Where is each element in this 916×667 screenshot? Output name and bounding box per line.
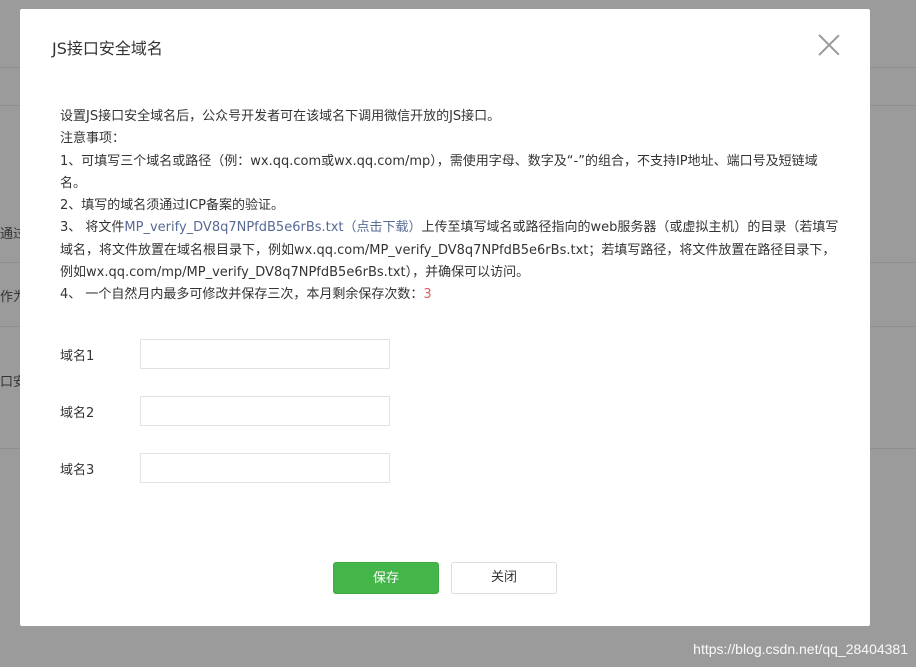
notes-title: 注意事项： xyxy=(60,131,126,147)
watermark: https://blog.csdn.net/qq_28404381 xyxy=(693,641,908,657)
domain-1-label: 域名1 xyxy=(60,349,95,364)
domain-3-input[interactable] xyxy=(140,453,390,483)
domain-1-input[interactable] xyxy=(140,339,390,369)
dialog-title: JS接口安全域名 xyxy=(52,39,163,58)
js-domain-dialog: JS接口安全域名 设置JS接口安全域名后，公众号开发者可在该域名下调用微信开放的… xyxy=(20,9,870,626)
note-4: 4、 一个自然月内最多可修改并保存三次，本月剩余保存次数：3 xyxy=(60,284,840,306)
note-4-prefix: 4、 一个自然月内最多可修改并保存三次，本月剩余保存次数： xyxy=(60,287,424,303)
note-3-prefix: 3、 将文件 xyxy=(60,220,125,236)
note-3: 3、 将文件MP_verify_DV8q7NPfdB5e6rBs.txt（点击下… xyxy=(60,217,840,284)
save-button[interactable]: 保存 xyxy=(333,562,439,594)
close-icon[interactable] xyxy=(818,34,840,56)
note-2: 2、填写的域名须通过ICP备案的验证。 xyxy=(60,198,285,214)
domain-2-input[interactable] xyxy=(140,396,390,426)
dialog-description: 设置JS接口安全域名后，公众号开发者可在该域名下调用微信开放的JS接口。 注意事… xyxy=(60,106,840,307)
remaining-save-count: 3 xyxy=(423,287,432,303)
domain-3-label: 域名3 xyxy=(60,463,95,478)
domain-2-label: 域名2 xyxy=(60,406,95,421)
intro-text: 设置JS接口安全域名后，公众号开发者可在该域名下调用微信开放的JS接口。 xyxy=(60,109,501,124)
close-button[interactable]: 关闭 xyxy=(451,562,557,594)
note-1: 1、可填写三个域名或路径（例：wx.qq.com或wx.qq.com/mp），需… xyxy=(60,153,818,191)
verify-file-download-link[interactable]: MP_verify_DV8q7NPfdB5e6rBs.txt（点击下载） xyxy=(124,220,421,235)
